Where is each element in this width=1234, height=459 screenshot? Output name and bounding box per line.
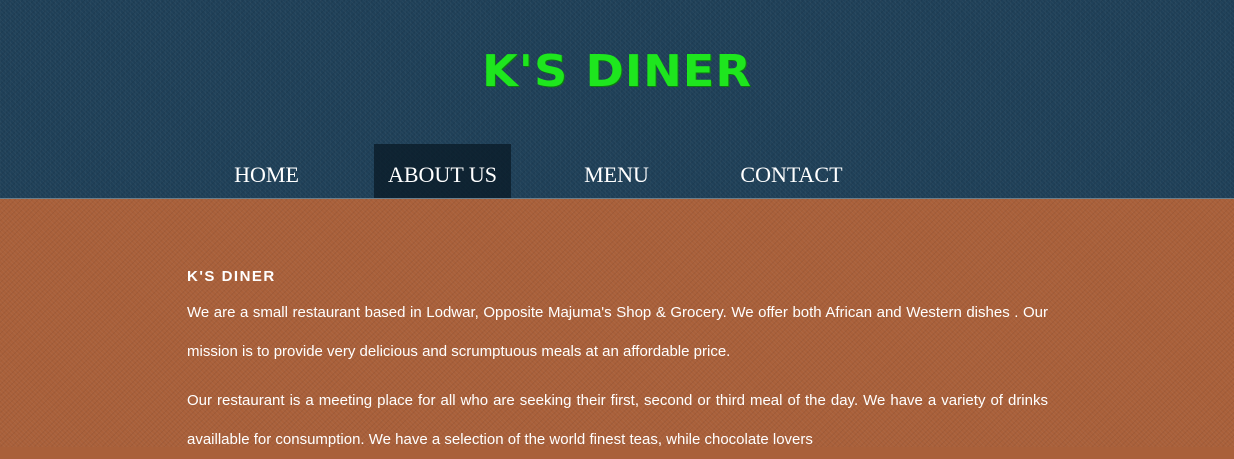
nav-item-about-us[interactable]: ABOUT US: [374, 144, 511, 198]
about-section: K'S DINER We are a small restaurant base…: [187, 268, 1048, 459]
main-content: K'S DINER We are a small restaurant base…: [0, 199, 1234, 448]
site-header: K'S DINER HOME ABOUT US MENU CONTACT: [0, 0, 1234, 199]
about-paragraph-2: Our restaurant is a meeting place for al…: [187, 392, 1048, 448]
site-title: K'S DINER: [481, 46, 753, 97]
nav-item-menu[interactable]: MENU: [568, 144, 665, 198]
nav-item-home[interactable]: HOME: [218, 144, 315, 198]
about-paragraph-1: We are a small restaurant based in Lodwa…: [187, 304, 1048, 360]
section-heading: K'S DINER: [187, 268, 276, 285]
nav-item-contact[interactable]: CONTACT: [727, 144, 856, 198]
main-nav: HOME ABOUT US MENU CONTACT: [0, 144, 1234, 198]
